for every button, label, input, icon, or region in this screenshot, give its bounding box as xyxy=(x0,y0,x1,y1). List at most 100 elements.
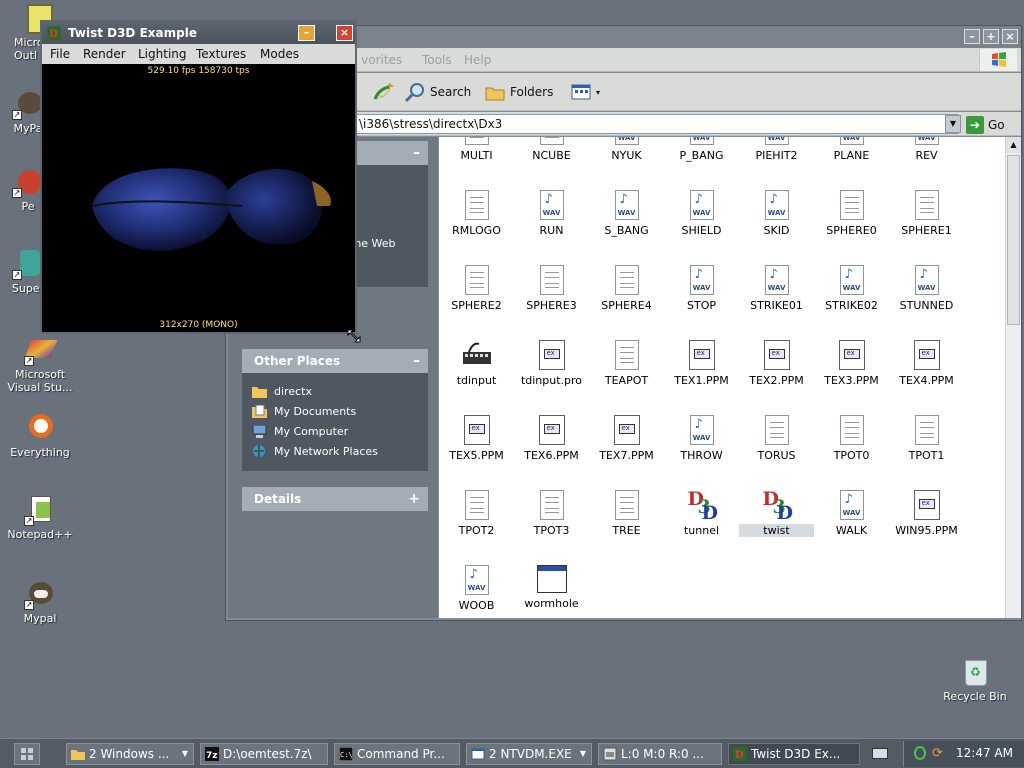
file-item[interactable]: D 3 Dtunnel xyxy=(664,488,739,537)
file-item[interactable]: WIN95.PPM xyxy=(889,490,964,537)
network-icon[interactable] xyxy=(914,746,926,760)
file-item[interactable]: TEAPOT xyxy=(589,340,664,387)
file-item[interactable]: RMLOGO xyxy=(439,190,514,237)
twist-menu-modes[interactable]: Modes xyxy=(260,47,299,61)
taskbar-button-twist[interactable]: D Twist D3D Ex... xyxy=(728,743,860,765)
place-my-computer[interactable]: My Computer xyxy=(252,422,348,440)
file-item[interactable]: TEX4.PPM xyxy=(889,340,964,387)
clock[interactable]: 12:47 AM xyxy=(956,746,1013,760)
desktop-icon-notepadpp[interactable]: ↗ Notepad++ xyxy=(0,494,80,541)
scroll-thumb[interactable] xyxy=(1007,155,1020,325)
place-directx[interactable]: directx xyxy=(252,382,312,400)
document-lines xyxy=(544,137,559,138)
file-item[interactable]: TREE xyxy=(589,490,664,537)
address-input[interactable]: \i386\stress\directx\Dx3 xyxy=(354,114,959,134)
file-item[interactable]: WAV STRIKE01 xyxy=(739,265,814,312)
file-item[interactable]: WAV PIEHIT2 xyxy=(739,137,814,162)
taskbar-button-windows[interactable]: 2 Windows ... ▼ xyxy=(66,743,194,765)
file-item[interactable]: SPHERE3 xyxy=(514,265,589,312)
menu-tools[interactable]: Tools xyxy=(422,53,452,67)
file-item[interactable]: TPOT1 xyxy=(889,415,964,462)
file-item[interactable]: SPHERE4 xyxy=(589,265,664,312)
file-item[interactable]: WAV THROW xyxy=(664,415,739,462)
file-item[interactable]: TPOT2 xyxy=(439,490,514,537)
file-item[interactable]: WAV P_BANG xyxy=(664,137,739,162)
file-item[interactable]: TEX2.PPM xyxy=(739,340,814,387)
wav-badge: WAV xyxy=(842,509,861,517)
file-item[interactable]: WAV SHIELD xyxy=(664,190,739,237)
twist-close-button[interactable]: × xyxy=(336,25,353,41)
file-item[interactable]: TEX3.PPM xyxy=(814,340,889,387)
minimize-button[interactable]: – xyxy=(964,29,980,44)
file-item[interactable]: D 3 Dtwist xyxy=(739,488,814,537)
desktop-icon-mypal[interactable]: ↗ Mypal xyxy=(0,578,80,625)
file-item[interactable]: NCUBE xyxy=(514,137,589,162)
other-places-header[interactable]: Other Places – xyxy=(242,349,428,373)
file-item[interactable]: WAV WALK xyxy=(814,490,889,537)
place-my-network-places[interactable]: My Network Places xyxy=(252,442,378,460)
keyboard-icon[interactable] xyxy=(872,748,888,759)
desktop-icon-visual-studio[interactable]: ↗ Microsoft Visual Stu... xyxy=(0,334,80,394)
desktop-icon-recycle-bin[interactable]: ♻ Recycle Bin xyxy=(935,656,1015,703)
file-item[interactable]: WAV REV xyxy=(889,137,964,162)
twist-minimize-button[interactable]: – xyxy=(298,25,315,41)
go-button[interactable]: ➔ Go xyxy=(966,115,1005,135)
vertical-scrollbar[interactable]: ▲ xyxy=(1005,137,1021,618)
place-label: My Computer xyxy=(274,424,349,438)
desktop-icon-everything[interactable]: Everything xyxy=(0,412,80,459)
file-item[interactable]: TEX7.PPM xyxy=(589,415,664,462)
file-item[interactable]: WAV STRIKE02 xyxy=(814,265,889,312)
details-header[interactable]: Details + xyxy=(242,487,428,511)
twist-menu-textures[interactable]: Textures xyxy=(196,47,246,61)
menu-favorites[interactable]: Favorites xyxy=(362,53,406,67)
file-item[interactable]: WAV NYUK xyxy=(589,137,664,162)
file-item[interactable]: tdinput.pro xyxy=(514,340,589,387)
twist-render-canvas[interactable] xyxy=(42,66,355,332)
file-item[interactable]: SPHERE1 xyxy=(889,190,964,237)
twist-titlebar[interactable]: D Twist D3D Example – × xyxy=(42,22,355,44)
file-item[interactable]: WAV STUNNED xyxy=(889,265,964,312)
shortcut-arrow-icon: ↗ xyxy=(24,356,34,366)
desktop-icon-label: Pe xyxy=(21,200,35,213)
taskbar-button-lmr[interactable]: L:0 M:0 R:0 ... xyxy=(598,743,722,765)
scroll-up-button[interactable]: ▲ xyxy=(1006,137,1021,153)
file-item[interactable]: TEX6.PPM xyxy=(514,415,589,462)
file-item[interactable]: WAV SKID xyxy=(739,190,814,237)
search-button[interactable]: Search xyxy=(404,81,471,103)
menu-help[interactable]: Help xyxy=(464,53,491,67)
file-item[interactable]: TPOT0 xyxy=(814,415,889,462)
wav-badge: WAV xyxy=(692,434,711,442)
up-folder-button[interactable] xyxy=(372,81,398,103)
start-button[interactable] xyxy=(14,743,40,765)
maximize-button[interactable]: + xyxy=(983,29,999,44)
file-item[interactable]: WAV S_BANG xyxy=(589,190,664,237)
file-item[interactable]: tdinput xyxy=(439,340,514,387)
folders-button[interactable]: Folders xyxy=(484,81,553,103)
file-item[interactable]: TPOT3 xyxy=(514,490,589,537)
close-button[interactable]: × xyxy=(1002,29,1018,44)
refresh-icon[interactable]: ⟳ xyxy=(932,746,943,761)
file-item[interactable]: MULTI xyxy=(439,137,514,162)
file-name: TEX1.PPM xyxy=(674,374,729,387)
file-item[interactable]: WAV WOOB xyxy=(439,565,514,612)
taskbar-button-7zip[interactable]: 7z D:\oemtest.7z\ xyxy=(200,743,328,765)
twist-menu-file[interactable]: File xyxy=(50,47,70,61)
place-my-documents[interactable]: My Documents xyxy=(252,402,356,420)
file-item[interactable]: WAV RUN xyxy=(514,190,589,237)
twist-menu-lighting[interactable]: Lighting xyxy=(138,47,187,61)
file-item[interactable]: WAV STOP xyxy=(664,265,739,312)
file-item[interactable]: SPHERE2 xyxy=(439,265,514,312)
file-item[interactable]: TEX1.PPM xyxy=(664,340,739,387)
taskbar-button-ntvdm[interactable]: 2 NTVDM.EXE ▼ xyxy=(466,743,592,765)
twist-menu-render[interactable]: Render xyxy=(83,47,126,61)
ppm-file-icon xyxy=(538,415,565,445)
address-dropdown-button[interactable]: ▼ xyxy=(945,115,961,133)
file-item[interactable]: wormhole xyxy=(514,565,589,610)
file-name: RMLOGO xyxy=(452,224,501,237)
file-item[interactable]: SPHERE0 xyxy=(814,190,889,237)
file-item[interactable]: TORUS xyxy=(739,415,814,462)
views-button[interactable]: ▾ xyxy=(570,81,600,103)
file-item[interactable]: TEX5.PPM xyxy=(439,415,514,462)
taskbar-button-command-prompt[interactable]: C:\ Command Pr... xyxy=(334,743,460,765)
file-item[interactable]: WAV PLANE xyxy=(814,137,889,162)
